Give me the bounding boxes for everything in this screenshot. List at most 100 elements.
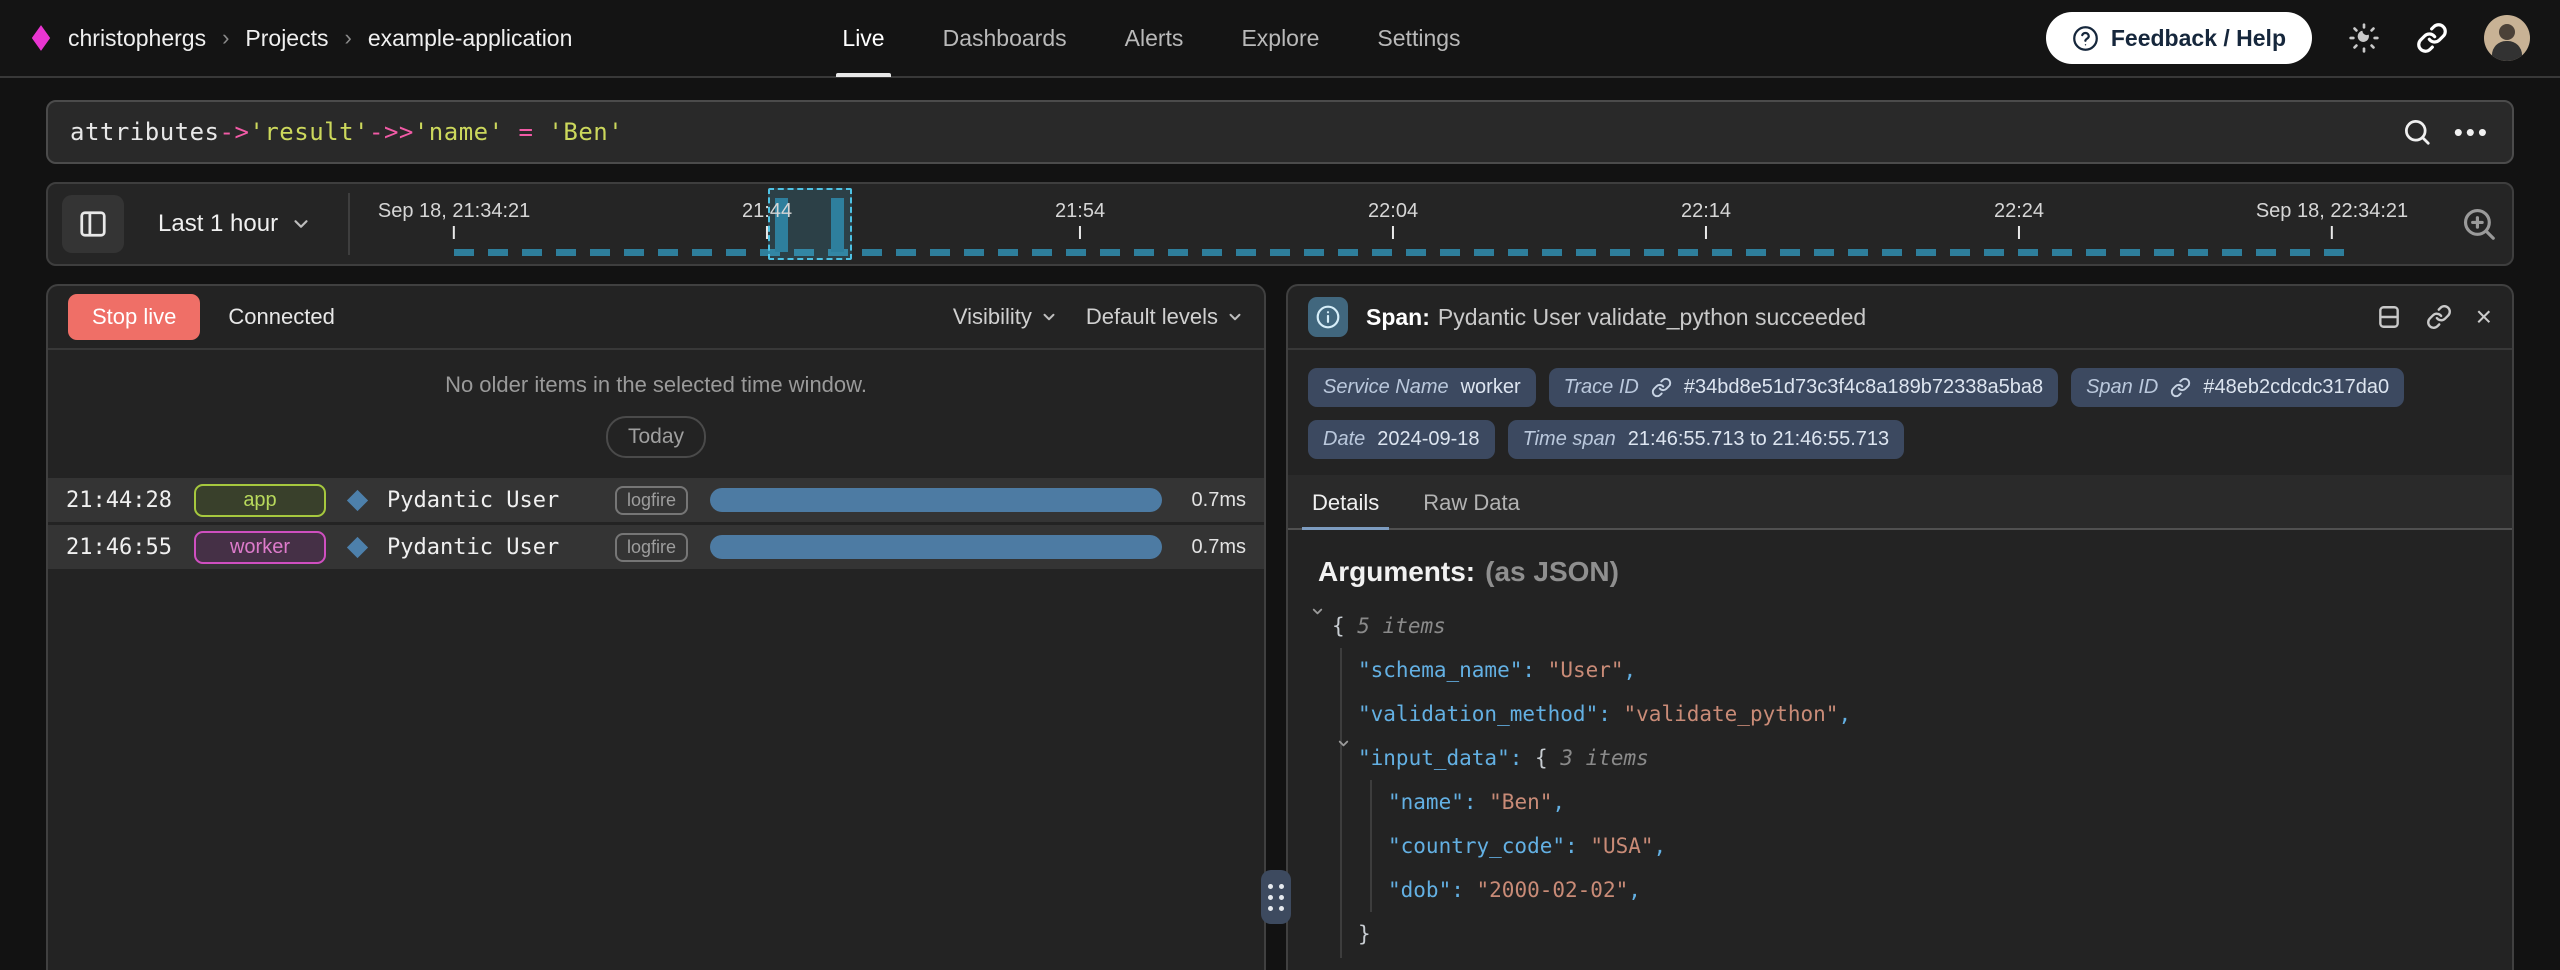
json-token: "validation_method"	[1358, 702, 1598, 726]
timeline-strip[interactable]: Sep 18, 21:34:2121:4421:5422:0422:1422:2…	[454, 184, 2332, 264]
duration-label: 0.7ms	[1192, 489, 1246, 512]
sidebar-toggle-button[interactable]	[62, 195, 124, 253]
timeline-tick-label: 22:14	[1681, 200, 1731, 223]
badge-service-name[interactable]: Service Nameworker	[1308, 368, 1536, 407]
json-token: "name"	[1388, 790, 1464, 814]
badge-label: Span ID	[2086, 376, 2158, 399]
query-token: 'result'	[249, 118, 369, 146]
time-range-label: Last 1 hour	[158, 210, 278, 238]
timeline-tick: 22:14	[1681, 200, 1731, 239]
duration-bar	[710, 488, 1162, 512]
feedback-help-button[interactable]: Feedback / Help	[2046, 12, 2312, 64]
scope-badge-logfire: logfire	[615, 533, 688, 562]
tab-live[interactable]: Live	[842, 0, 884, 77]
arguments-title: Arguments:	[1318, 556, 1475, 587]
copy-link-icon[interactable]	[2426, 304, 2452, 330]
span-detail-actions: ×	[2376, 303, 2492, 331]
badge-value: worker	[1461, 376, 1521, 399]
query-input[interactable]: attributes->'result'->>'name' = 'Ben'	[70, 118, 623, 146]
badge-span-id[interactable]: Span ID#48eb2cdcdc317da0	[2071, 368, 2404, 407]
more-options-ellipsis[interactable]: •••	[2454, 117, 2490, 148]
timeline-tick-mark	[2018, 226, 2020, 239]
zoom-in-icon[interactable]	[2460, 205, 2498, 243]
json-token: "validate_python"	[1624, 702, 1839, 726]
time-range-select[interactable]: Last 1 hour	[158, 210, 312, 238]
live-panel: Stop live Connected Visibility Default l…	[46, 284, 1266, 970]
json-token: {	[1535, 746, 1560, 770]
visibility-dropdown[interactable]: Visibility	[953, 304, 1058, 330]
panel-resize-handle[interactable]	[1261, 870, 1291, 924]
collapse-caret-icon[interactable]	[1310, 604, 1325, 619]
query-actions: •••	[2402, 117, 2490, 148]
histogram-bar	[831, 198, 844, 252]
timeline-tick-mark	[766, 226, 768, 239]
detail-body: Arguments:(as JSON) { 5 items "schema_nam…	[1288, 530, 2512, 970]
breadcrumb-item-christophergs[interactable]: christophergs	[68, 25, 206, 52]
close-icon[interactable]: ×	[2476, 303, 2492, 331]
span-diamond-icon	[347, 489, 368, 510]
span-kind-label: Span:	[1366, 304, 1430, 330]
breadcrumb-item-example-application[interactable]: example-application	[368, 25, 573, 52]
json-token: ,	[1628, 878, 1641, 902]
theme-toggle-icon[interactable]	[2348, 22, 2380, 54]
tab-alerts[interactable]: Alerts	[1125, 0, 1184, 77]
timeline-tick: 22:04	[1368, 200, 1418, 239]
json-line: "dob": "2000-02-02",	[1318, 868, 2482, 912]
json-token: "schema_name"	[1358, 658, 1522, 682]
visibility-label: Visibility	[953, 304, 1032, 330]
tab-explore[interactable]: Explore	[1241, 0, 1319, 77]
tab-dashboards[interactable]: Dashboards	[943, 0, 1067, 77]
chevron-down-icon	[290, 213, 312, 235]
arguments-heading: Arguments:(as JSON)	[1318, 556, 2482, 588]
json-token: ,	[1838, 702, 1851, 726]
feedback-help-label: Feedback / Help	[2111, 25, 2286, 52]
json-token: "input_data"	[1358, 746, 1510, 770]
split-view-icon[interactable]	[2376, 304, 2402, 330]
json-token: "2000-02-02"	[1477, 878, 1629, 902]
breadcrumb-item-Projects[interactable]: Projects	[245, 25, 328, 52]
timeline-tick-label: 21:54	[1055, 200, 1105, 223]
timeline-tick: 22:24	[1994, 200, 2044, 239]
json-token: :	[1510, 746, 1535, 770]
collapse-caret-icon[interactable]	[1336, 736, 1351, 751]
user-avatar[interactable]	[2484, 15, 2530, 61]
stop-live-button[interactable]: Stop live	[68, 294, 200, 340]
default-levels-dropdown[interactable]: Default levels	[1086, 304, 1244, 330]
trace-row[interactable]: 21:46:55workerPydantic Userlogfire0.7ms	[48, 525, 1264, 569]
breadcrumb: christophergs › Projects › example-applicati…	[30, 24, 572, 52]
tab-raw-data[interactable]: Raw Data	[1421, 475, 1522, 528]
today-chip[interactable]: Today	[606, 416, 706, 458]
span-name: Pydantic User	[387, 535, 615, 560]
search-icon[interactable]	[2402, 117, 2432, 147]
query-token: =	[504, 118, 549, 146]
badge-date[interactable]: Date 2024-09-18	[1308, 420, 1495, 459]
main-nav: Live Dashboards Alerts Explore Settings	[842, 0, 1460, 77]
json-token: 3 items	[1560, 746, 1649, 770]
share-link-icon[interactable]	[2416, 22, 2448, 54]
json-viewer: { 5 items"schema_name": "User","validati…	[1318, 604, 2482, 956]
timeline-tick: Sep 18, 21:34:21	[378, 200, 530, 239]
json-line: { 5 items	[1318, 604, 2482, 648]
badge-trace-id[interactable]: Trace ID#34bd8e51d73c3f4c8a189b72338a5ba…	[1549, 368, 2058, 407]
query-bar[interactable]: attributes->'result'->>'name' = 'Ben' ••…	[46, 100, 2514, 164]
span-detail-header: Span:Pydantic User validate_python succe…	[1288, 286, 2512, 350]
tab-details[interactable]: Details	[1310, 475, 1381, 528]
duration-bar	[710, 535, 1162, 559]
badge-time-span[interactable]: Time span21:46:55.713 to 21:46:55.713	[1508, 420, 1905, 459]
logfire-logo-icon[interactable]	[30, 24, 52, 52]
breadcrumb-separator: ›	[345, 25, 352, 51]
scope-badge-logfire: logfire	[615, 486, 688, 515]
json-token: 5 items	[1357, 614, 1446, 638]
badge-value: 2024-09-18	[1377, 428, 1479, 451]
timeline-tick-label: Sep 18, 22:34:21	[2256, 200, 2408, 223]
query-token: 'name'	[414, 118, 504, 146]
timeline-tick-label: 21:44	[742, 200, 792, 223]
badge-label: Date	[1323, 428, 1365, 451]
trace-list: 21:44:28appPydantic Userlogfire0.7ms21:4…	[48, 478, 1264, 572]
breadcrumb-separator: ›	[222, 25, 229, 51]
timeline-tick-label: Sep 18, 21:34:21	[378, 200, 530, 223]
trace-row[interactable]: 21:44:28appPydantic Userlogfire0.7ms	[48, 478, 1264, 522]
query-token: 'Ben'	[548, 118, 623, 146]
tab-settings[interactable]: Settings	[1377, 0, 1460, 77]
json-token: :	[1451, 878, 1476, 902]
